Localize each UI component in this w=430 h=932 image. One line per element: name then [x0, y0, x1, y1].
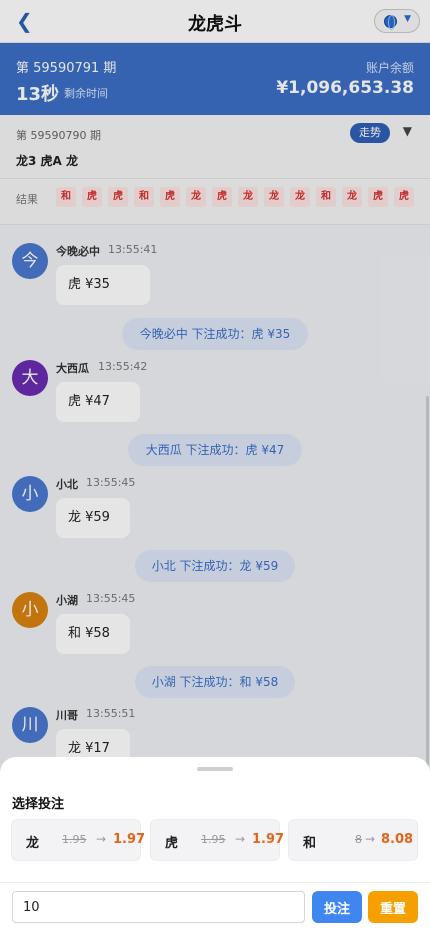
bet-sheet: 选择投注 龙1.95→1.97虎1.95→1.97和8→8.08 投注 重置 — [0, 757, 430, 932]
sheet-handle[interactable] — [197, 767, 233, 771]
new-odds: 1.97 — [252, 832, 285, 847]
bet-option-name: 龙 — [26, 836, 40, 851]
new-odds: 8.08 — [381, 832, 414, 847]
new-odds: 1.97 — [113, 832, 146, 847]
arrow-right-icon: → — [365, 832, 376, 846]
old-odds: 1.95 — [62, 833, 87, 846]
bet-option-name: 虎 — [165, 836, 179, 851]
reset-button[interactable]: 重置 — [368, 891, 418, 923]
old-odds: 1.95 — [201, 833, 226, 846]
bet-sheet-title: 选择投注 — [12, 797, 65, 812]
divider — [0, 882, 430, 883]
bet-option[interactable]: 龙 1.95 → 1.97 — [11, 819, 145, 861]
bet-option-name: 和 — [303, 836, 317, 851]
arrow-right-icon: → — [96, 832, 107, 846]
bet-option[interactable]: 和 8 → 8.08 — [288, 819, 418, 861]
bet-option[interactable]: 虎 1.95 → 1.97 — [150, 819, 284, 861]
amount-input[interactable] — [12, 891, 305, 923]
bet-button[interactable]: 投注 — [312, 891, 362, 923]
old-odds: 8 — [355, 833, 362, 846]
arrow-right-icon: → — [235, 832, 246, 846]
